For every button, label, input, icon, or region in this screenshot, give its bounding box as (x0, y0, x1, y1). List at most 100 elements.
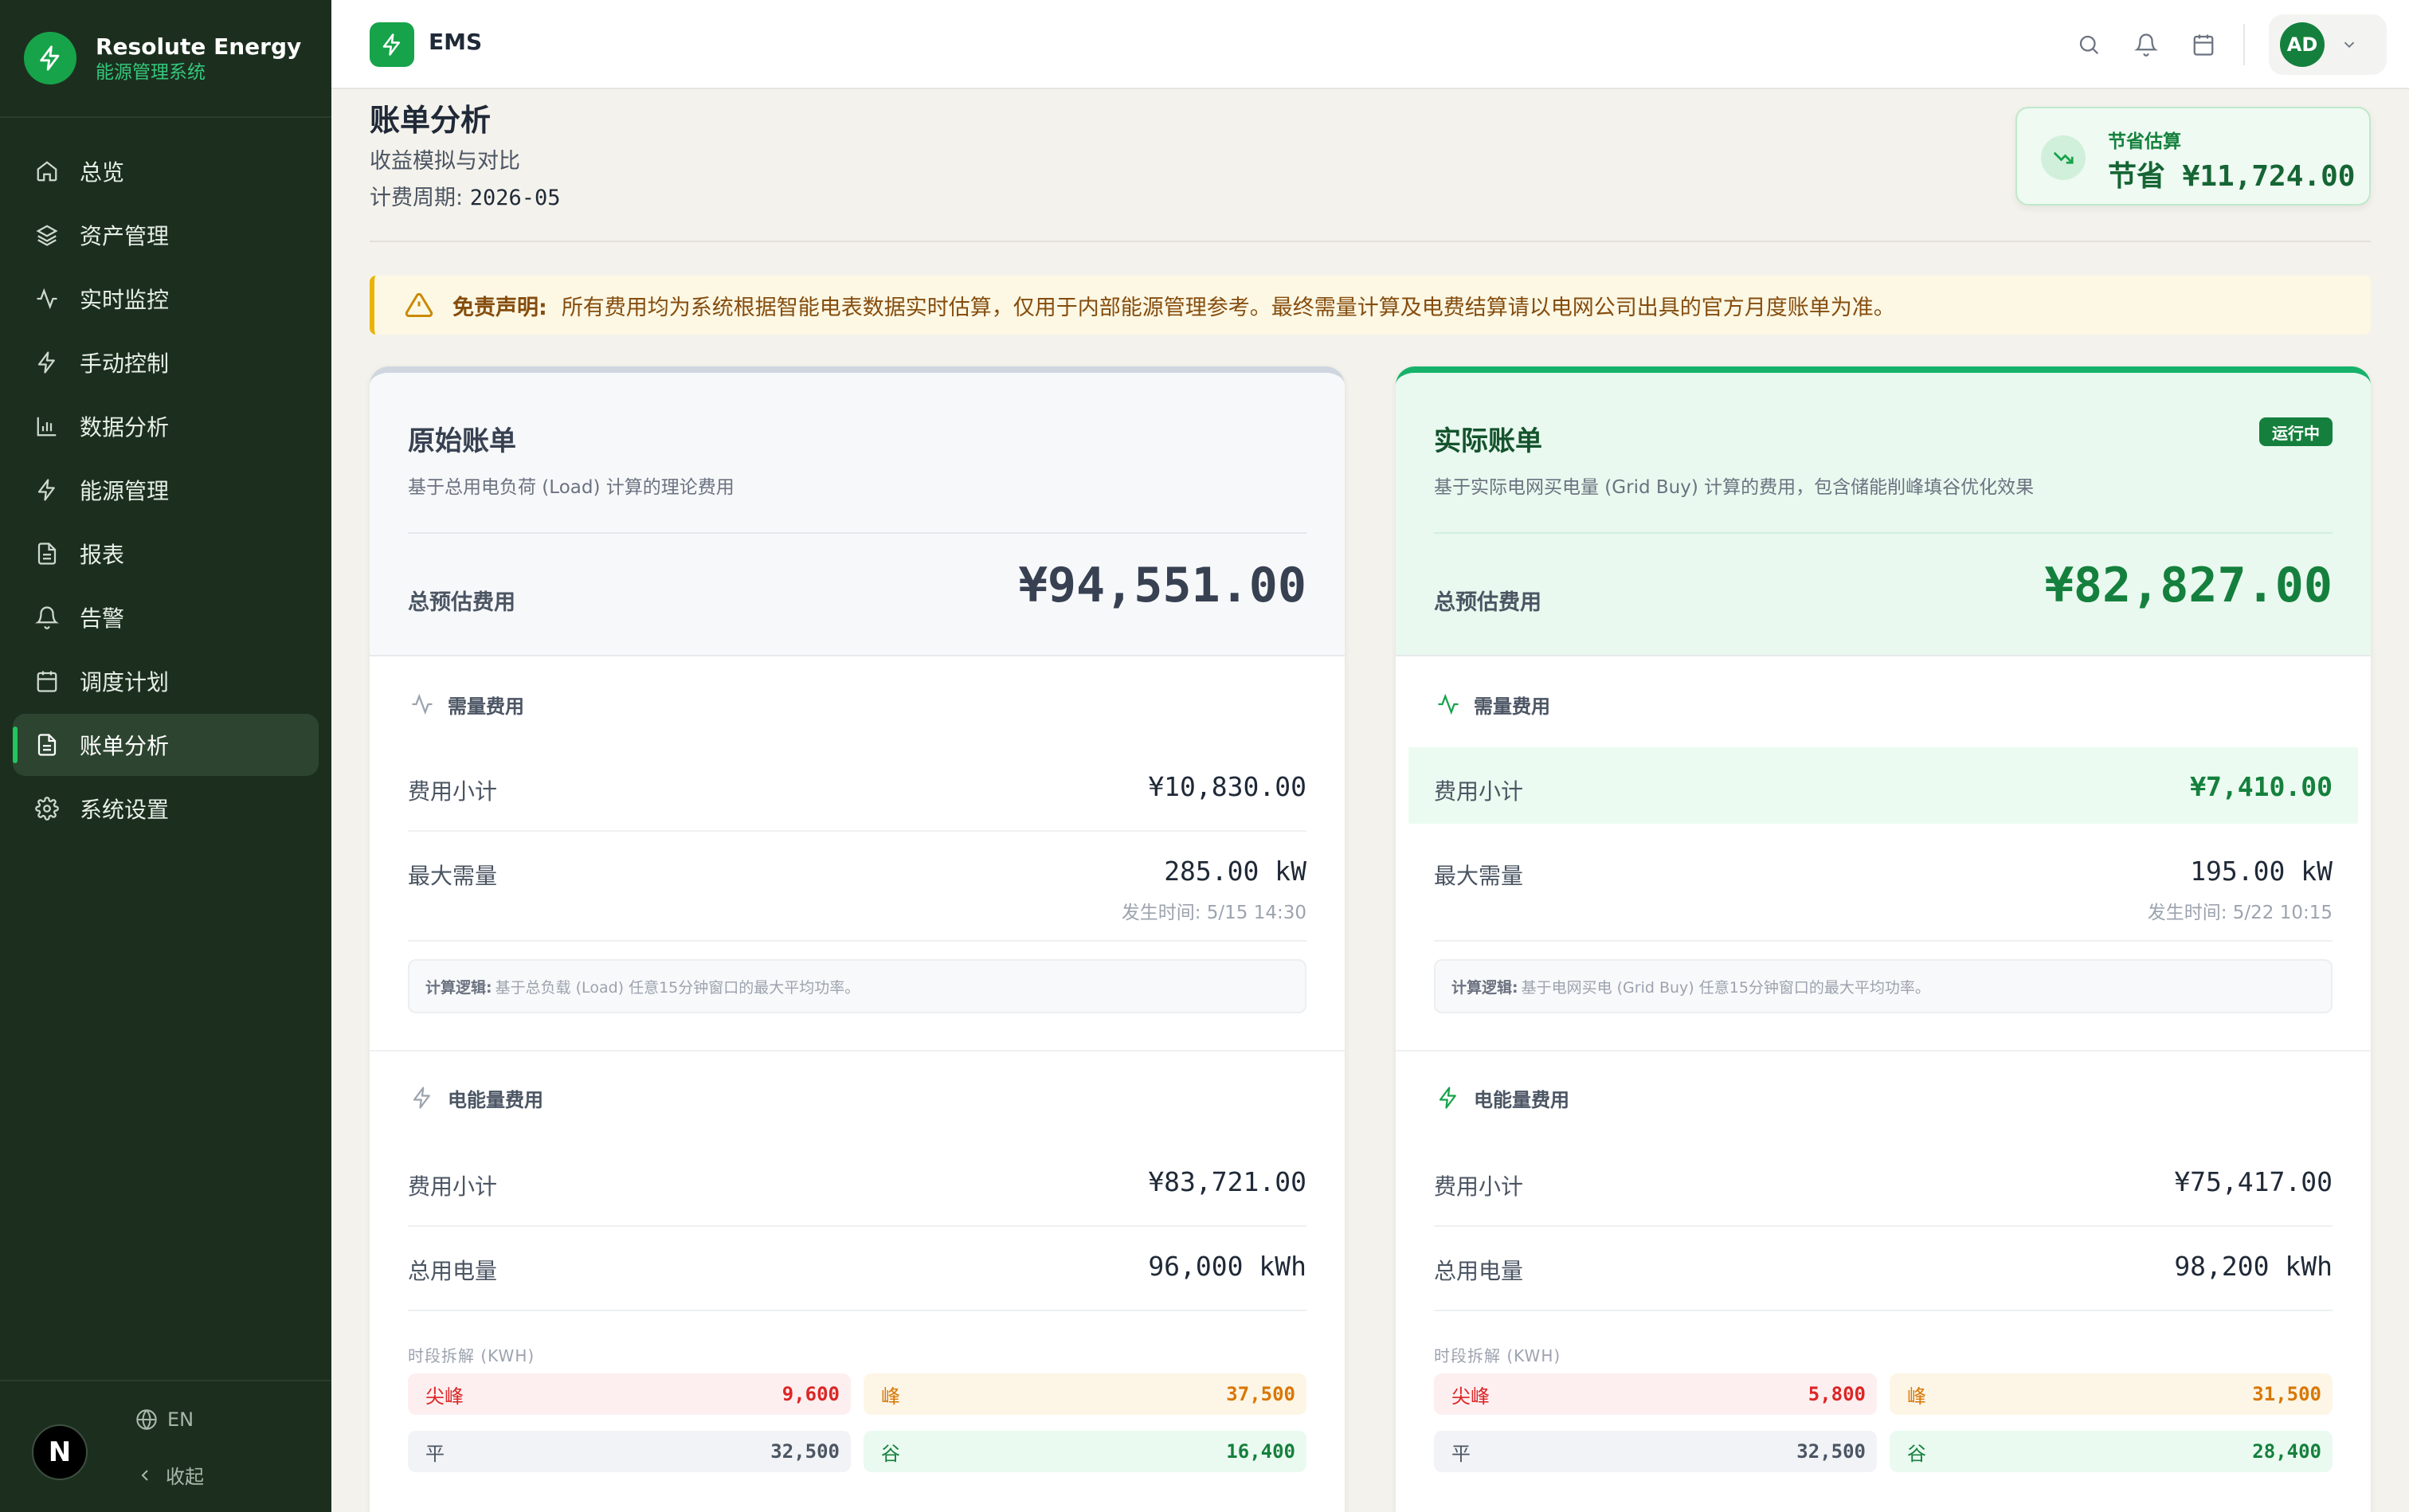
globe-icon (135, 1408, 158, 1431)
collapse-sidebar-button[interactable]: 收起 (135, 1461, 204, 1489)
nav-item-bill-analysis[interactable]: 账单分析 (13, 714, 319, 776)
nav-item-label: 数据分析 (80, 414, 170, 441)
card-title: 实际账单 (1434, 425, 1542, 457)
status-badge: 运行中 (2259, 417, 2333, 446)
activity-icon (33, 285, 61, 312)
language-label: EN (167, 1408, 194, 1431)
total-usage-row: 总用电量 96,000 kWh (408, 1227, 1306, 1311)
row-label: 费用小计 (408, 778, 498, 805)
gear-icon (33, 795, 61, 822)
chip-value: 32,500 (1796, 1440, 1866, 1463)
nav-item-label: 告警 (80, 605, 125, 632)
chip-label: 平 (1451, 1442, 1471, 1465)
activity-icon (1434, 690, 1463, 719)
page-title: 账单分析 (370, 103, 492, 138)
nav-item-settings[interactable]: 系统设置 (13, 778, 319, 840)
user-menu[interactable]: AD (2269, 14, 2387, 75)
language-toggle[interactable]: EN (135, 1408, 194, 1431)
nav-item-reports[interactable]: 报表 (13, 523, 319, 585)
row-value: ¥83,721.00 (1148, 1166, 1306, 1197)
chip-label: 尖峰 (425, 1385, 464, 1408)
document-icon (33, 731, 61, 758)
row-label: 费用小计 (1434, 1173, 1524, 1200)
disclaimer-text: 所有费用均为系统根据智能电表数据实时估算，仅用于内部能源管理参考。最终需量计算及… (561, 295, 1895, 320)
document-icon (33, 540, 61, 567)
layers-icon (33, 221, 61, 249)
billing-period: 计费周期: 2026-05 (370, 185, 561, 212)
nav-item-assets[interactable]: 资产管理 (13, 204, 319, 266)
row-value: 96,000 kWh (1148, 1251, 1306, 1282)
nav-item-schedule[interactable]: 调度计划 (13, 650, 319, 712)
billing-period-label: 计费周期: (370, 186, 464, 210)
demand-section-heading: 需量费用 (408, 690, 524, 719)
chevron-left-icon (135, 1466, 155, 1485)
max-demand-time: 发生时间: 5/22 10:15 (2147, 903, 2333, 923)
chip-value: 32,500 (770, 1440, 840, 1463)
tou-chip-flat: 平 32,500 (408, 1431, 851, 1472)
row-value: 98,200 kWh (2174, 1251, 2333, 1282)
chip-label: 尖峰 (1451, 1385, 1490, 1408)
bolt-logo-icon (24, 32, 76, 84)
section-title: 需量费用 (448, 695, 524, 718)
row-value: 195.00 kW (2190, 856, 2333, 887)
summary-border (370, 655, 1345, 656)
nav-item-monitoring[interactable]: 实时监控 (13, 268, 319, 330)
calendar-icon[interactable] (2188, 29, 2219, 61)
trending-down-icon (2041, 135, 2086, 180)
demand-section-heading: 需量费用 (1434, 690, 1550, 719)
total-value: ¥82,827.00 (2044, 558, 2333, 613)
total-value: ¥94,551.00 (1018, 558, 1306, 613)
nav-item-energy-management[interactable]: 能源管理 (13, 459, 319, 521)
search-icon[interactable] (2073, 29, 2105, 61)
section-title: 需量费用 (1474, 695, 1550, 718)
max-demand-time: 发生时间: 5/15 14:30 (1121, 903, 1306, 923)
disclaimer-banner: 免责声明: 所有费用均为系统根据智能电表数据实时估算，仅用于内部能源管理参考。最… (370, 276, 2371, 335)
bell-icon (33, 604, 61, 631)
chip-value: 9,600 (781, 1383, 840, 1405)
page-header: 账单分析 收益模拟与对比 计费周期: 2026-05 (370, 102, 561, 212)
page-subtitle: 收益模拟与对比 (370, 149, 520, 174)
bell-icon[interactable] (2130, 29, 2162, 61)
energy-section-heading: 电能量费用 (408, 1083, 543, 1112)
summary-border (1396, 655, 2371, 656)
calculation-logic-note: 计算逻辑: 基于电网买电 (Grid Buy) 任意15分钟窗口的最大平均功率。 (1434, 959, 2333, 1013)
nav-item-label: 账单分析 (80, 733, 170, 759)
row-label: 费用小计 (1434, 778, 1524, 805)
original-bill-card: 原始账单 基于总用电负荷 (Load) 计算的理论费用 总预估费用 ¥94,55… (370, 366, 1345, 1512)
nav-item-label: 系统设置 (80, 797, 170, 823)
app-avatar[interactable]: N (32, 1424, 88, 1480)
row-label: 总用电量 (1434, 1258, 1524, 1284)
nav-menu: 总览 资产管理 实时监控 手动控制 数据分析 能源管理 报表 告警 调度计划 账… (0, 118, 331, 840)
calculation-logic-note: 计算逻辑: 基于总负载 (Load) 任意15分钟窗口的最大平均功率。 (408, 959, 1306, 1013)
row-divider (1434, 940, 2333, 942)
home-icon (33, 158, 61, 185)
header-title: EMS (429, 29, 483, 55)
nav-item-alerts[interactable]: 告警 (13, 586, 319, 648)
nav-item-overview[interactable]: 总览 (13, 140, 319, 202)
chip-value: 31,500 (2252, 1383, 2321, 1405)
tou-chip-valley: 谷 16,400 (864, 1431, 1306, 1472)
card-divider (408, 532, 1306, 534)
card-title: 原始账单 (408, 425, 516, 457)
warning-icon (403, 289, 435, 321)
nav-item-label: 能源管理 (80, 478, 170, 504)
tou-chip-flat: 平 32,500 (1434, 1431, 1877, 1472)
chip-label: 平 (425, 1442, 445, 1465)
logic-label: 计算逻辑: (1451, 978, 1518, 997)
savings-card: 节省估算 节省 ¥11,724.00 (2015, 107, 2371, 206)
top-header: EMS AD (331, 0, 2409, 89)
tou-chip-sharp: 尖峰 5,800 (1434, 1373, 1877, 1415)
card-divider (1434, 532, 2333, 534)
nav-item-manual-control[interactable]: 手动控制 (13, 331, 319, 394)
collapse-label: 收起 (166, 1466, 204, 1488)
nav-item-label: 总览 (80, 159, 125, 186)
nav-item-data-analysis[interactable]: 数据分析 (13, 395, 319, 457)
demand-subtotal-row: 费用小计 ¥10,830.00 (408, 747, 1306, 832)
user-avatar: AD (2280, 22, 2325, 67)
bolt-icon (1434, 1083, 1463, 1112)
total-label: 总预估费用 (1434, 590, 1541, 615)
chevron-down-icon (2340, 36, 2358, 53)
logic-text: 基于总负载 (Load) 任意15分钟窗口的最大平均功率。 (495, 978, 860, 997)
page-divider (370, 241, 2371, 242)
logic-text: 基于电网买电 (Grid Buy) 任意15分钟窗口的最大平均功率。 (1521, 978, 1930, 997)
